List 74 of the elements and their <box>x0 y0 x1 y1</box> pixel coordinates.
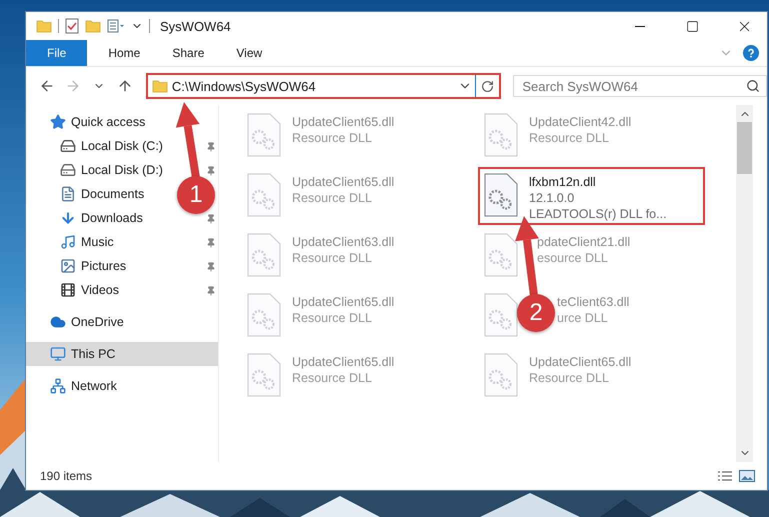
ribbon-tab[interactable]: Home <box>93 40 156 66</box>
help-icon[interactable] <box>743 45 759 61</box>
file-detail: Resource DLL <box>292 190 373 206</box>
scrollbar[interactable] <box>736 105 753 462</box>
sidebar-item[interactable]: Network <box>26 374 123 398</box>
music-note-icon <box>60 234 76 250</box>
sidebar-item[interactable]: Pictures <box>26 254 132 278</box>
picture-icon <box>60 258 76 274</box>
scroll-thumb[interactable] <box>737 122 752 174</box>
file-detail: esource DLL <box>537 250 609 266</box>
sidebar-item[interactable]: Local Disk (D:) <box>26 158 169 182</box>
sidebar-item[interactable]: Local Disk (C:) <box>26 134 169 158</box>
image-icon <box>739 470 755 482</box>
file-detail: Resource DLL <box>292 250 373 266</box>
star-icon <box>50 114 66 130</box>
forward-arrow-icon <box>64 78 81 94</box>
file-detail: urce DLL <box>557 310 609 326</box>
refresh-icon <box>481 80 494 92</box>
file-detail: Resource DLL <box>292 370 373 386</box>
pin-icon[interactable] <box>206 262 216 272</box>
folder-icon <box>36 18 52 34</box>
file-detail: Resource DLL <box>292 310 373 326</box>
sidebar-item[interactable]: OneDrive <box>26 310 130 334</box>
file-gear-icon <box>247 233 281 277</box>
file-name[interactable]: lfxbm12n.dll <box>529 174 667 190</box>
file-gear-icon <box>247 113 281 157</box>
file-gear-icon <box>484 353 518 397</box>
file-gear-icon <box>247 353 281 397</box>
properties-icon[interactable] <box>107 19 125 33</box>
search-field[interactable]: Search SysWOW64 <box>513 75 768 97</box>
maximize-icon <box>686 20 698 32</box>
sidebar-item[interactable]: Downloads <box>26 206 149 230</box>
sidebar-item[interactable]: Videos <box>26 278 125 302</box>
pin-icon[interactable] <box>206 214 216 224</box>
folder-icon[interactable] <box>85 18 101 34</box>
file-gear-icon <box>484 293 518 337</box>
pin-icon[interactable] <box>206 142 216 152</box>
file-gear-icon <box>247 173 281 217</box>
pin-icon[interactable] <box>206 286 216 296</box>
folder-icon <box>152 78 168 94</box>
file-detail: Resource DLL <box>529 130 610 146</box>
ribbon-tab[interactable]: Share <box>157 40 220 66</box>
item-count: 190 items <box>40 469 94 483</box>
pin-icon[interactable] <box>206 238 216 248</box>
sidebar-item[interactable]: Music <box>26 230 120 254</box>
film-icon <box>60 282 76 298</box>
file-detail: Resource DLL <box>292 130 373 146</box>
list-icon <box>717 470 733 482</box>
file-gear-icon <box>484 173 518 217</box>
window-title: SysWOW64 <box>160 18 231 34</box>
document-icon <box>60 186 76 202</box>
file-detail: Resource DLL <box>529 370 610 386</box>
file-detail: LEADTOOLS(r) DLL fo... <box>529 206 667 222</box>
sidebar-item[interactable]: Quick access <box>26 110 152 134</box>
ribbon-tab[interactable]: File <box>26 40 88 66</box>
file-gear-icon <box>247 293 281 337</box>
file-gear-icon <box>484 233 518 277</box>
search-icon[interactable] <box>746 79 760 93</box>
cloud-icon <box>50 314 66 330</box>
details-view-button[interactable] <box>717 470 733 482</box>
file-detail: 12.1.0.0 <box>529 190 576 206</box>
large-icons-view-button[interactable] <box>739 470 755 482</box>
ribbon-tab[interactable]: View <box>221 40 278 66</box>
download-icon <box>60 210 76 226</box>
drive-icon <box>60 138 76 154</box>
network-icon <box>50 378 66 394</box>
drive-icon <box>60 162 76 178</box>
checklist-icon[interactable] <box>65 18 79 34</box>
pin-icon[interactable] <box>206 166 216 176</box>
monitor-icon <box>50 346 66 362</box>
file-gear-icon <box>484 113 518 157</box>
sidebar-item[interactable]: Documents <box>26 182 150 206</box>
address-bar[interactable]: C:\Windows\SysWOW64 <box>146 73 502 99</box>
sidebar-item[interactable]: This PC <box>26 342 218 366</box>
